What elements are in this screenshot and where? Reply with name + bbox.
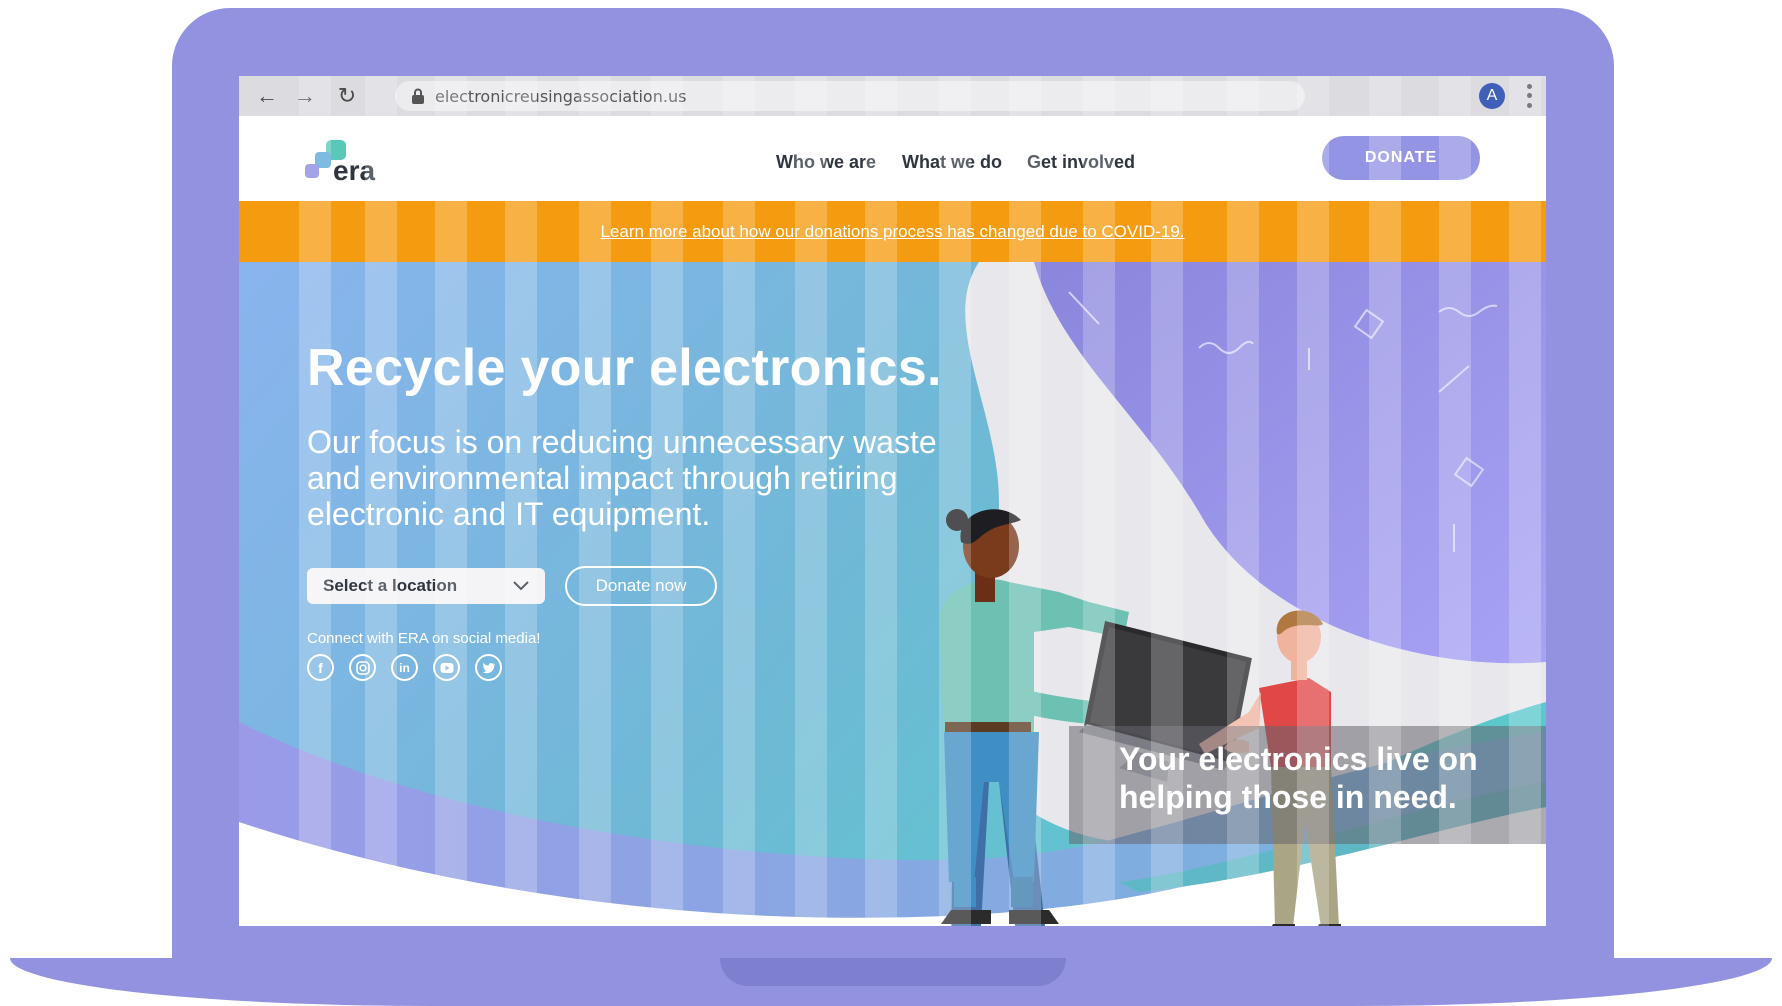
location-select-label: Select a location — [323, 576, 458, 595]
linkedin-icon[interactable]: in — [391, 654, 418, 681]
site-header: era Who we are What we do Get involved D… — [239, 116, 1546, 201]
facebook-icon[interactable]: f — [307, 654, 334, 681]
profile-avatar[interactable]: A — [1479, 83, 1505, 109]
chevron-down-icon — [513, 581, 529, 591]
location-select[interactable]: Select a location — [307, 568, 545, 604]
laptop-notch — [720, 958, 1066, 986]
era-logo-mark-icon: era — [305, 140, 375, 186]
hero-subtitle: Our focus is on reducing unnecessary was… — [307, 424, 937, 532]
twitter-icon[interactable] — [475, 654, 502, 681]
youtube-icon[interactable] — [433, 654, 460, 681]
donate-now-button[interactable]: Donate now — [565, 566, 717, 606]
logo-text: era — [333, 155, 375, 186]
covid-banner: Learn more about how our donations proce… — [239, 201, 1546, 262]
reload-icon[interactable]: ↻ — [333, 83, 361, 109]
nav-what-we-do[interactable]: What we do — [902, 152, 1002, 173]
nav-get-involved[interactable]: Get involved — [1027, 152, 1135, 173]
hero-caption: Your electronics live on helping those i… — [1119, 741, 1478, 815]
address-bar[interactable]: electronicreusingassociation.us — [395, 81, 1305, 111]
laptop-screen: ← → ↻ electronicreusingassociation.us A … — [239, 76, 1546, 926]
browser-menu-icon[interactable] — [1519, 82, 1539, 110]
hero-caption-box: Your electronics live on helping those i… — [1069, 726, 1546, 844]
era-logo[interactable]: era — [305, 138, 395, 186]
browser-toolbar: ← → ↻ electronicreusingassociation.us A — [239, 76, 1546, 116]
nav-who-we-are[interactable]: Who we are — [776, 152, 876, 173]
hero-section: Recycle your electronics. Our focus is o… — [239, 262, 1546, 926]
back-icon[interactable]: ← — [253, 83, 281, 109]
donate-button[interactable]: DONATE — [1322, 136, 1480, 180]
covid-banner-link[interactable]: Learn more about how our donations proce… — [600, 222, 1184, 242]
social-label: Connect with ERA on social media! — [307, 630, 541, 647]
instagram-icon[interactable] — [349, 654, 376, 681]
forward-icon[interactable]: → — [291, 83, 319, 109]
url-text: electronicreusingassociation.us — [435, 86, 687, 106]
lock-icon — [412, 88, 424, 104]
hero-title: Recycle your electronics. — [307, 339, 942, 397]
